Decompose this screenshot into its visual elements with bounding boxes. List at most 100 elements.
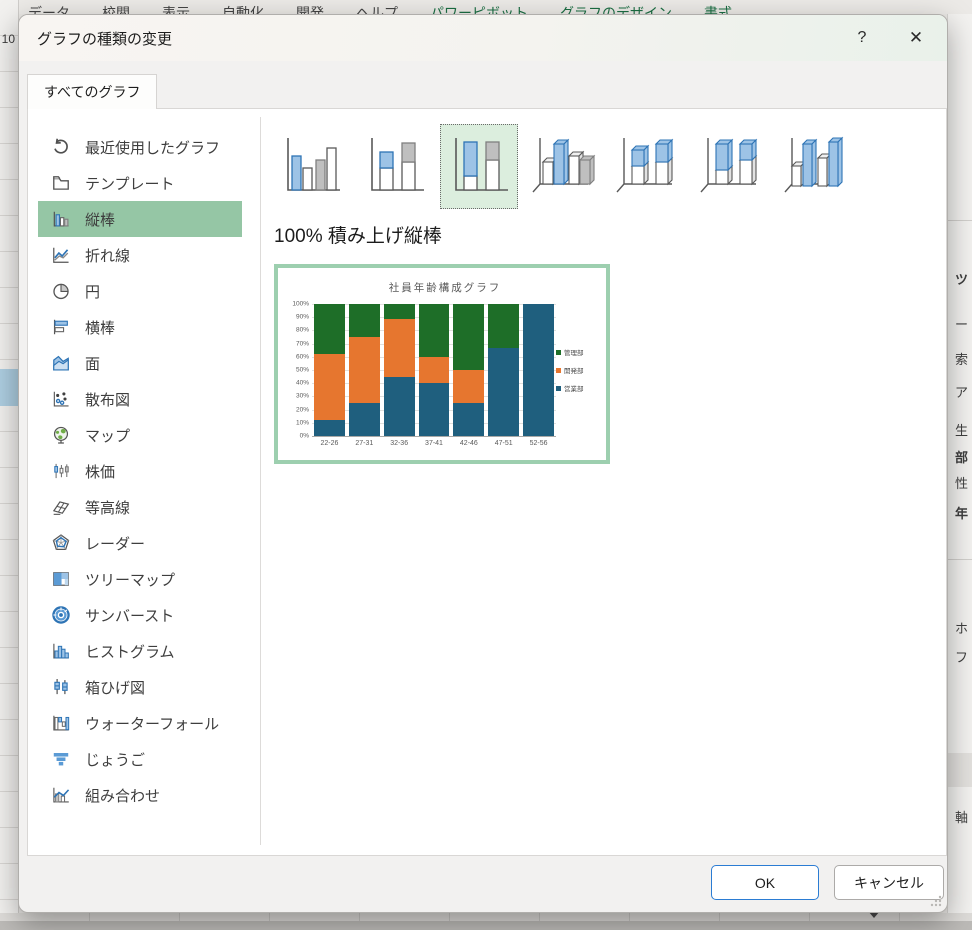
subtype-title: 100% 積み上げ縦棒 xyxy=(274,221,442,248)
sidebar-item-map[interactable]: マップ xyxy=(38,417,242,453)
sidebar-item-label: ヒストグラム xyxy=(85,641,175,662)
dialog-titlebar: グラフの種類の変更 ? ✕ xyxy=(19,15,947,61)
segment-営業部 xyxy=(488,348,519,436)
close-icon[interactable]: ✕ xyxy=(899,22,933,54)
sidebar-item-label: テンプレート xyxy=(85,173,175,194)
legend-swatch xyxy=(556,350,561,355)
sidebar-item-waterfall[interactable]: ウォーターフォール xyxy=(38,705,242,741)
ribbon-tab-clipped: データ xyxy=(28,3,70,14)
sidebar-item-bar[interactable]: 横棒 xyxy=(38,309,242,345)
task-pane-text-clipped: ー xyxy=(955,314,968,333)
sidebar-item-column[interactable]: 縦棒 xyxy=(38,201,242,237)
sidebar-item-recents[interactable]: 最近使用したグラフ xyxy=(38,129,242,165)
chart-subtype-thumbnail-4[interactable] xyxy=(524,124,602,209)
task-pane-text-clipped: 生 xyxy=(955,420,968,439)
segment-営業部 xyxy=(314,420,345,437)
sidebar-item-label: 散布図 xyxy=(85,389,130,410)
segment-管理部 xyxy=(349,304,380,337)
radar-chart-icon xyxy=(50,533,72,553)
stacked-bar-27-31 xyxy=(347,304,382,436)
sidebar-item-label: 面 xyxy=(85,353,100,374)
ribbon-tab-clipped: ヘルプ xyxy=(356,3,398,14)
dialog-content-panel: 最近使用したグラフテンプレート縦棒折れ線円横棒面散布図マップ株価等高線レーダーツ… xyxy=(27,108,947,856)
x-tick-label: 52-56 xyxy=(521,440,556,452)
bar-chart-icon xyxy=(50,317,72,337)
chart-subtype-thumbnail-6[interactable] xyxy=(692,124,770,209)
task-pane-text-clipped: ツ xyxy=(955,269,968,288)
boxwhisker-chart-icon xyxy=(50,677,72,697)
excel-gridlines xyxy=(0,0,18,913)
selected-row-header xyxy=(0,369,18,406)
segment-管理部 xyxy=(314,304,345,354)
x-tick-label: 42-46 xyxy=(451,440,486,452)
segment-管理部 xyxy=(453,304,484,370)
sidebar-item-pie[interactable]: 円 xyxy=(38,273,242,309)
stacked-bar-22-26 xyxy=(312,304,347,436)
preview-chart: 社員年齢構成グラフ 100%90%80%70%60%50%40%30%20%10… xyxy=(280,270,604,458)
ok-button[interactable]: OK xyxy=(711,865,819,900)
sidebar-item-label: 最近使用したグラフ xyxy=(85,137,220,158)
tab-all-charts[interactable]: すべてのグラフ xyxy=(27,74,157,109)
stacked-bar-37-41 xyxy=(417,304,452,436)
ribbon-tab-clipped: 自動化 xyxy=(222,3,264,14)
stacked-bar-47-51 xyxy=(486,304,521,436)
sidebar-item-histogram[interactable]: ヒストグラム xyxy=(38,633,242,669)
column-chart-icon xyxy=(50,209,72,229)
chart-subtype-thumbnail-1[interactable] xyxy=(272,124,350,209)
sidebar-item-funnel[interactable]: じょうご xyxy=(38,741,242,777)
chart-subtype-thumbnail-2[interactable] xyxy=(356,124,434,209)
plot-area xyxy=(312,304,556,436)
sidebar-item-sunburst[interactable]: サンバースト xyxy=(38,597,242,633)
segment-管理部 xyxy=(488,304,519,348)
sidebar-item-area[interactable]: 面 xyxy=(38,345,242,381)
sidebar-item-line[interactable]: 折れ線 xyxy=(38,237,242,273)
chart-title: 社員年齢構成グラフ xyxy=(280,270,604,304)
chart-subtype-thumbnail-7[interactable] xyxy=(776,124,854,209)
sidebar-item-boxwhisker[interactable]: 箱ひげ図 xyxy=(38,669,242,705)
segment-管理部 xyxy=(384,304,415,319)
legend-item-管理部: 管理部 xyxy=(556,347,602,357)
stacked-bar-52-56 xyxy=(521,304,556,436)
legend-label: 管理部 xyxy=(564,347,584,357)
sidebar-item-label: サンバースト xyxy=(85,605,174,626)
task-pane-text-clipped: 部 xyxy=(955,447,968,466)
task-pane-text-clipped: 軸 xyxy=(955,807,968,826)
sidebar-item-stock[interactable]: 株価 xyxy=(38,453,242,489)
sidebar-item-treemap[interactable]: ツリーマップ xyxy=(38,561,242,597)
sidebar-item-surface[interactable]: 等高線 xyxy=(38,489,242,525)
chart-subtype-thumbnail-3[interactable] xyxy=(440,124,518,209)
task-pane-text-clipped: 年 xyxy=(955,503,968,522)
ribbon-tab-clipped: 表示 xyxy=(162,3,190,14)
legend-label: 開発部 xyxy=(564,365,584,375)
task-pane-text-clipped: ホ xyxy=(955,618,968,637)
template-folder-icon xyxy=(50,173,72,193)
map-chart-icon xyxy=(50,425,72,445)
chart-preview[interactable]: 社員年齢構成グラフ 100%90%80%70%60%50%40%30%20%10… xyxy=(274,264,610,464)
task-pane-text-clipped: 索 xyxy=(955,349,968,368)
chart-subtype-thumbnail-5[interactable] xyxy=(608,124,686,209)
sidebar-item-label: 縦棒 xyxy=(85,209,115,230)
segment-開発部 xyxy=(314,354,345,420)
cancel-button[interactable]: キャンセル xyxy=(834,865,944,900)
resize-grip[interactable] xyxy=(929,894,943,908)
ribbon-tab-clipped: グラフのデザイン xyxy=(560,3,672,14)
legend-item-開発部: 開発部 xyxy=(556,365,602,375)
excel-bottom-strip xyxy=(0,913,972,930)
sidebar-item-label: ツリーマップ xyxy=(85,569,175,590)
sunburst-chart-icon xyxy=(50,605,72,625)
sidebar-item-combo[interactable]: 組み合わせ xyxy=(38,777,242,813)
x-tick-label: 47-51 xyxy=(486,440,521,452)
sidebar-item-radar[interactable]: レーダー xyxy=(38,525,242,561)
sidebar-item-scatter[interactable]: 散布図 xyxy=(38,381,242,417)
chart-subtype-pane: 100% 積み上げ縦棒 社員年齢構成グラフ 100%90%80%70%60%50… xyxy=(272,109,942,855)
segment-営業部 xyxy=(523,304,554,436)
scatter-chart-icon xyxy=(50,389,72,409)
help-icon[interactable]: ? xyxy=(845,22,879,54)
histogram-chart-icon xyxy=(50,641,72,661)
pie-chart-icon xyxy=(50,281,72,301)
sidebar-item-label: 横棒 xyxy=(85,317,115,338)
sidebar-item-template[interactable]: テンプレート xyxy=(38,165,242,201)
chart-legend: 管理部開発部営業部 xyxy=(556,304,602,452)
x-tick-label: 27-31 xyxy=(347,440,382,452)
excel-row-headers-clipped: 10 xyxy=(0,0,19,913)
